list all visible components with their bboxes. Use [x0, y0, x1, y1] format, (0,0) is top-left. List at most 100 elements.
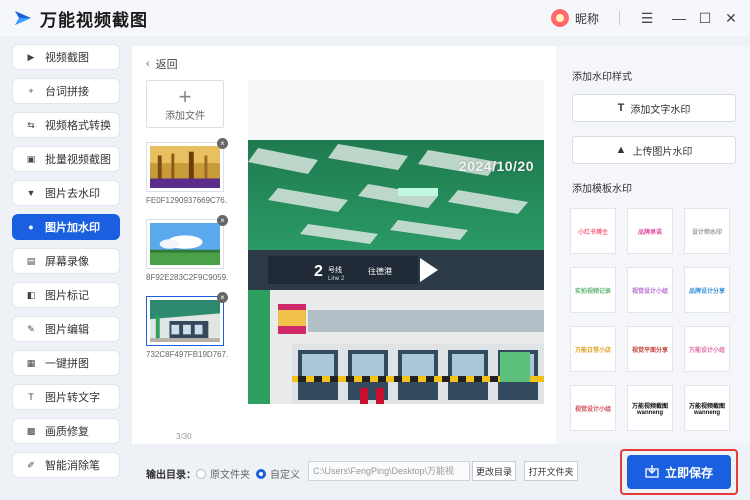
maximize-icon[interactable]: ☐: [692, 5, 718, 31]
thumbnail-image: [150, 146, 220, 188]
sidebar-item[interactable]: ✎ 图片编辑: [12, 316, 120, 342]
template-watermark-title: 添加模板水印: [572, 184, 632, 195]
image-preview: 2 号线 Line 2 往德港 2024/10/20: [248, 80, 544, 404]
sidebar-item[interactable]: T 图片转文字: [12, 384, 120, 410]
watermark-template[interactable]: 品牌设计分享: [684, 267, 730, 313]
sidebar-item-label: 一键拼图: [45, 358, 89, 370]
remove-file-icon[interactable]: ×: [217, 215, 228, 226]
watermark-template[interactable]: 视觉设计小组: [570, 385, 616, 431]
file-name: 732C8F497FB19D767...: [146, 350, 228, 359]
upload-image-watermark-button[interactable]: ▲ 上传图片水印: [572, 136, 736, 164]
watermark-template[interactable]: 实拍视频记录: [570, 267, 616, 313]
radio-custom-folder[interactable]: 自定义: [256, 466, 300, 481]
template-text: 实拍视频记录: [574, 288, 611, 295]
video-screenshot-icon: ▶: [27, 51, 35, 62]
file-thumbnail[interactable]: ×: [146, 138, 228, 192]
sidebar-item[interactable]: ● 图片加水印: [12, 214, 120, 240]
radio-original-folder[interactable]: 原文件夹: [196, 466, 250, 481]
svg-text:往德港: 往德港: [368, 266, 392, 276]
open-folder-button[interactable]: 打开文件夹: [524, 461, 578, 481]
watermark-template[interactable]: 万能设计小组: [684, 326, 730, 372]
add-text-watermark-button[interactable]: T 添加文字水印: [572, 94, 736, 122]
file-thumbnail-selected[interactable]: ×: [146, 292, 228, 346]
sidebar-item-label: 图片转文字: [45, 392, 100, 404]
app-logo-icon: [12, 7, 34, 29]
thumbnail-image: [150, 223, 220, 265]
save-highlight: 立即保存: [620, 449, 738, 495]
sidebar-item[interactable]: ▼ 图片去水印: [12, 180, 120, 206]
sidebar-item[interactable]: ▤ 屏幕录像: [12, 248, 120, 274]
screen-record-icon: ▤: [26, 255, 36, 266]
menu-icon[interactable]: ☰: [634, 5, 660, 31]
template-text: 小红书博主: [577, 229, 608, 236]
batch-screenshot-icon: ▣: [26, 153, 36, 164]
remove-file-icon[interactable]: ×: [217, 138, 228, 149]
back-button[interactable]: ‹ 返回: [146, 56, 178, 72]
sidebar-item-label: 台词拼接: [45, 86, 89, 98]
upload-image-watermark-label: 上传图片水印: [632, 146, 693, 158]
format-convert-icon: ⇆: [27, 119, 35, 130]
watermark-template[interactable]: 万能视频截图 wanneng: [684, 385, 730, 431]
avatar[interactable]: [550, 9, 569, 27]
template-text: 品牌设计分享: [688, 288, 725, 295]
ocr-icon: T: [28, 392, 34, 402]
add-watermark-icon: ●: [28, 222, 34, 232]
save-icon: [645, 464, 659, 481]
file-thumbnail[interactable]: ×: [146, 215, 228, 269]
sidebar-item[interactable]: ▩ 画质修复: [12, 418, 120, 444]
template-text: 设计师水印: [691, 229, 722, 236]
sidebar-item-label: 画质修复: [45, 426, 89, 438]
remove-file-icon[interactable]: ×: [217, 292, 228, 303]
text-icon: T: [617, 102, 625, 114]
save-now-label: 立即保存: [664, 465, 713, 480]
watermark-style-title: 添加水印样式: [572, 72, 632, 83]
watermark-template[interactable]: 品牌承诺: [627, 208, 673, 254]
subway-station-image: 2 号线 Line 2 往德港: [248, 140, 544, 404]
image-edit-icon: ✎: [27, 323, 35, 334]
file-name: FE0F1290937669C76...: [146, 196, 228, 205]
remove-watermark-icon: ▼: [26, 188, 36, 198]
add-file-label: 添加文件: [165, 110, 205, 122]
radio-original-label: 原文件夹: [210, 470, 250, 481]
watermark-template[interactable]: 万能视频截图 wanneng: [627, 385, 673, 431]
quality-repair-icon: ▩: [26, 425, 36, 436]
chevron-left-icon: ‹: [146, 58, 150, 70]
sidebar-item[interactable]: ✐ 智能消除笔: [12, 452, 120, 478]
close-icon[interactable]: ✕: [718, 5, 744, 31]
add-text-watermark-label: 添加文字水印: [630, 104, 691, 116]
sidebar-item[interactable]: ◧ 图片标记: [12, 282, 120, 308]
watermark-template[interactable]: 万能日常小店: [570, 326, 616, 372]
preview-watermark-text[interactable]: 2024/10/20: [459, 158, 534, 174]
minimize-icon[interactable]: —: [666, 5, 692, 31]
subtitle-join-icon: +: [28, 86, 34, 96]
template-text: 视觉设计小组: [574, 406, 611, 413]
template-text: 万能日常小店: [574, 347, 611, 354]
sidebar-item[interactable]: + 台词拼接: [12, 78, 120, 104]
user-nickname[interactable]: 昵称: [575, 10, 599, 27]
save-now-button[interactable]: 立即保存: [627, 455, 731, 489]
sidebar-item-label: 视频截图: [45, 52, 89, 64]
add-file-button[interactable]: + 添加文件: [146, 80, 224, 128]
sidebar-item-label: 批量视频截图: [45, 154, 111, 166]
svg-text:2: 2: [314, 263, 323, 280]
change-dir-button[interactable]: 更改目录: [472, 461, 516, 481]
image-upload-icon: ▲: [615, 144, 627, 156]
sidebar-item-label: 图片标记: [45, 290, 89, 302]
template-grid: 小红书博主 品牌承诺 设计师水印 实拍视频记录 视觉设计小组 品牌设计分享 万能日常小店 视觉…: [570, 208, 740, 431]
sidebar-item[interactable]: ▶ 视频截图: [12, 44, 120, 70]
output-path-input[interactable]: C:\Users\FengPing\Desktop\万能视: [308, 461, 470, 481]
watermark-panel: 添加水印样式 T 添加文字水印 ▲ 上传图片水印 添加模板水印 小红书博主 品牌承…: [556, 46, 750, 444]
plus-icon: +: [178, 83, 192, 109]
sidebar-item[interactable]: ▣ 批量视频截图: [12, 146, 120, 172]
back-label: 返回: [155, 59, 178, 71]
template-text: 视觉设计小组: [631, 288, 668, 295]
collage-icon: ▦: [26, 357, 36, 368]
watermark-template[interactable]: 视觉平面分享: [627, 326, 673, 372]
template-text: 视觉平面分享: [631, 347, 668, 354]
watermark-template[interactable]: 设计师水印: [684, 208, 730, 254]
svg-text:号线: 号线: [328, 265, 342, 274]
sidebar-item[interactable]: ▦ 一键拼图: [12, 350, 120, 376]
watermark-template[interactable]: 小红书博主: [570, 208, 616, 254]
sidebar-item[interactable]: ⇆ 视频格式转换: [12, 112, 120, 138]
watermark-template[interactable]: 视觉设计小组: [627, 267, 673, 313]
